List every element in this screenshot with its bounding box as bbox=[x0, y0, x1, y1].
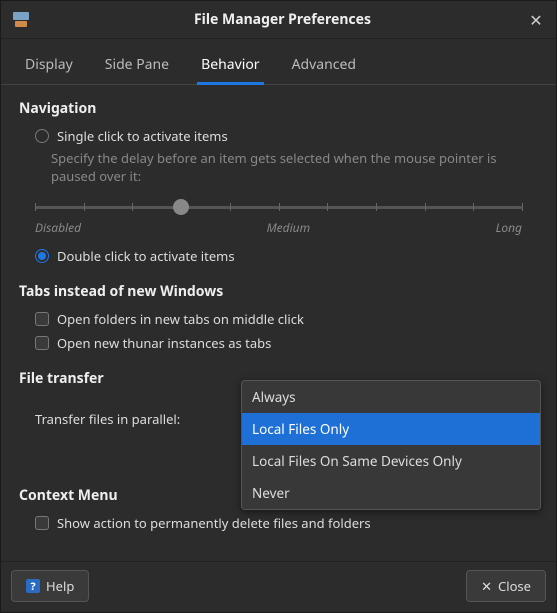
help-button[interactable]: ? Help bbox=[11, 570, 89, 602]
double-click-radio[interactable] bbox=[35, 249, 49, 263]
slider-label-min: Disabled bbox=[35, 219, 81, 236]
transfer-parallel-dropdown[interactable]: Always Local Files Only Local Files On S… bbox=[241, 380, 541, 510]
double-click-row[interactable]: Double click to activate items bbox=[19, 244, 538, 268]
app-icon bbox=[11, 10, 31, 30]
perm-delete-checkbox[interactable] bbox=[35, 516, 49, 530]
tab-behavior[interactable]: Behavior bbox=[197, 49, 263, 85]
single-click-label: Single click to activate items bbox=[57, 127, 228, 145]
window-title: File Manager Preferences bbox=[39, 10, 526, 29]
middle-click-checkbox[interactable] bbox=[35, 312, 49, 326]
tab-advanced[interactable]: Advanced bbox=[288, 49, 360, 84]
slider-label-mid: Medium bbox=[267, 219, 311, 236]
new-instances-row[interactable]: Open new thunar instances as tabs bbox=[19, 331, 538, 355]
delay-slider[interactable]: Disabled Medium Long bbox=[19, 191, 538, 236]
navigation-title: Navigation bbox=[19, 99, 538, 118]
transfer-parallel-label: Transfer files in parallel: bbox=[35, 410, 180, 428]
close-button-label: Close bbox=[498, 577, 531, 595]
dropdown-option-always[interactable]: Always bbox=[242, 381, 540, 413]
dropdown-option-local-only[interactable]: Local Files Only bbox=[242, 413, 540, 445]
help-icon: ? bbox=[26, 579, 40, 593]
tabs-windows-title: Tabs instead of new Windows bbox=[19, 282, 538, 301]
tab-side-pane[interactable]: Side Pane bbox=[101, 49, 173, 84]
dialog-footer: ? Help ✕ Close bbox=[1, 561, 556, 612]
help-button-label: Help bbox=[46, 577, 74, 595]
section-navigation: Navigation Single click to activate item… bbox=[19, 99, 538, 268]
delay-help-text: Specify the delay before an item gets se… bbox=[19, 148, 538, 191]
slider-thumb[interactable] bbox=[173, 199, 189, 215]
close-button[interactable]: ✕ Close bbox=[466, 570, 546, 602]
perm-delete-row[interactable]: Show action to permanently delete files … bbox=[19, 511, 538, 535]
close-icon: ✕ bbox=[481, 577, 492, 595]
single-click-radio[interactable] bbox=[35, 129, 49, 143]
tab-display[interactable]: Display bbox=[21, 49, 77, 84]
dropdown-option-same-device[interactable]: Local Files On Same Devices Only bbox=[242, 445, 540, 477]
perm-delete-label: Show action to permanently delete files … bbox=[57, 514, 371, 532]
preferences-window: File Manager Preferences ✕ Display Side … bbox=[0, 0, 557, 613]
content-pane: Navigation Single click to activate item… bbox=[1, 85, 556, 561]
middle-click-label: Open folders in new tabs on middle click bbox=[57, 310, 304, 328]
double-click-label: Double click to activate items bbox=[57, 247, 235, 265]
new-instances-checkbox[interactable] bbox=[35, 336, 49, 350]
window-close-button[interactable]: ✕ bbox=[526, 9, 546, 31]
titlebar: File Manager Preferences ✕ bbox=[1, 1, 556, 39]
tabs-bar: Display Side Pane Behavior Advanced bbox=[1, 39, 556, 85]
middle-click-row[interactable]: Open folders in new tabs on middle click bbox=[19, 307, 538, 331]
new-instances-label: Open new thunar instances as tabs bbox=[57, 334, 271, 352]
single-click-row[interactable]: Single click to activate items bbox=[19, 124, 538, 148]
dropdown-option-never[interactable]: Never bbox=[242, 477, 540, 509]
section-file-transfer: File transfer Transfer files in parallel… bbox=[19, 369, 538, 428]
section-tabs-windows: Tabs instead of new Windows Open folders… bbox=[19, 282, 538, 355]
slider-label-max: Long bbox=[496, 219, 522, 236]
